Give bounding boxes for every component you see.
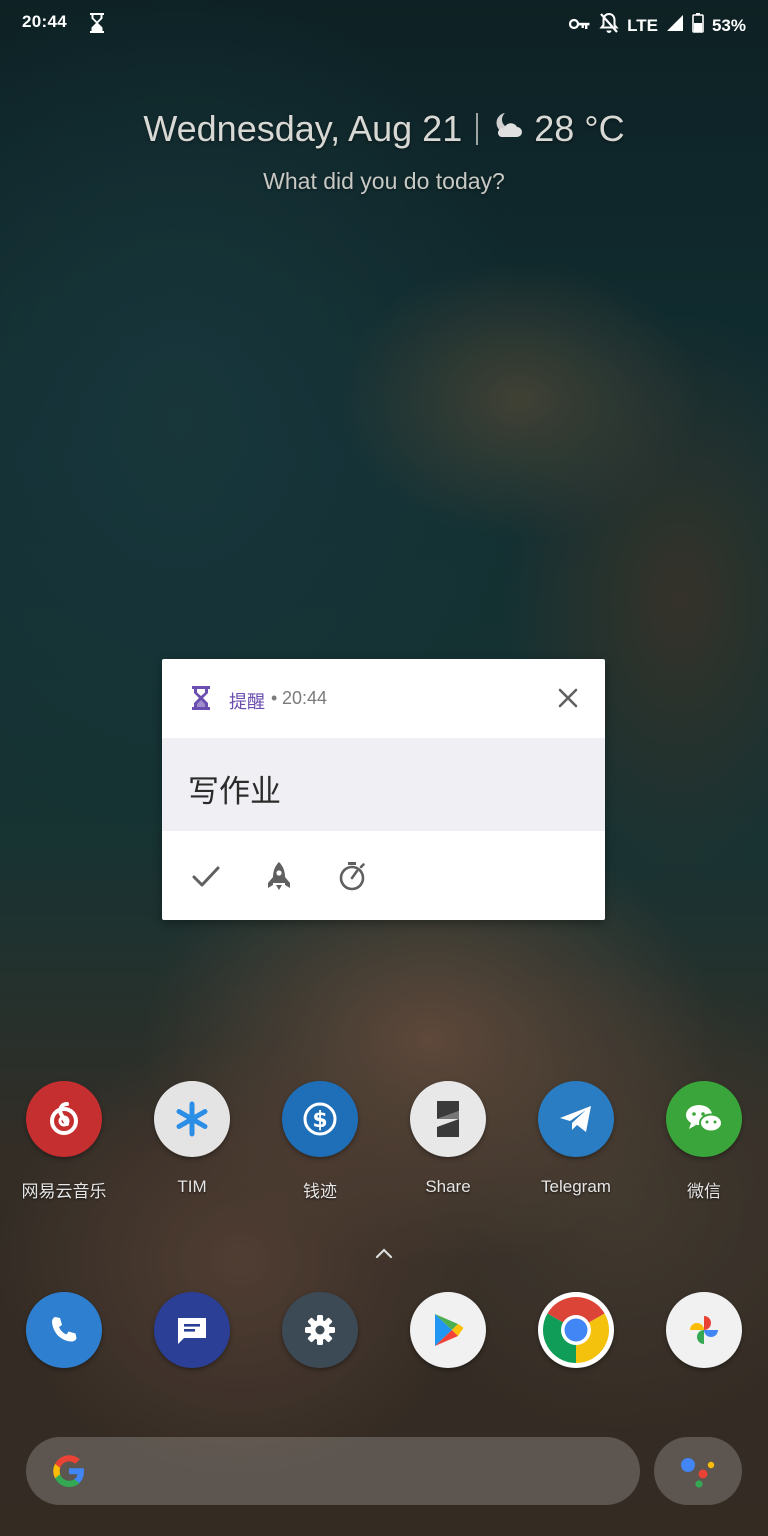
vpn-key-icon bbox=[569, 16, 591, 36]
status-time: 20:44 bbox=[22, 12, 67, 31]
status-right: LTE 53% bbox=[569, 12, 746, 39]
phone-icon bbox=[26, 1292, 102, 1368]
play-store-icon bbox=[410, 1292, 486, 1368]
check-icon[interactable] bbox=[190, 860, 222, 897]
status-bar: 20:44 LTE 53% bbox=[0, 0, 768, 46]
app-label: 钱迹 bbox=[303, 1182, 337, 1201]
app-share[interactable]: Share bbox=[393, 1081, 503, 1197]
wechat-icon bbox=[666, 1081, 742, 1157]
google-search-bar[interactable] bbox=[26, 1437, 640, 1505]
app-label: 微信 bbox=[687, 1182, 721, 1201]
notification-separator: • bbox=[271, 688, 278, 708]
notification-app-name: 提醒 bbox=[229, 692, 265, 712]
reminder-notification[interactable]: 提醒 • 20:44 写作业 bbox=[162, 659, 605, 920]
app-label: Share bbox=[425, 1177, 471, 1196]
app-wechat[interactable]: 微信 bbox=[649, 1081, 759, 1202]
notifications-off-icon bbox=[599, 12, 619, 39]
qianji-icon: $ bbox=[282, 1081, 358, 1157]
at-a-glance: Wednesday, Aug 21 28 °C bbox=[0, 108, 768, 150]
notification-title: 写作业 bbox=[188, 774, 281, 809]
app-netease-music[interactable]: 网易云音乐 bbox=[9, 1081, 119, 1202]
notification-time: 20:44 bbox=[282, 688, 328, 708]
telegram-icon bbox=[538, 1081, 614, 1157]
app-label: 网易云音乐 bbox=[21, 1182, 107, 1201]
chrome-icon bbox=[538, 1292, 614, 1368]
dock-messages[interactable] bbox=[137, 1292, 247, 1368]
weather[interactable]: 28 °C bbox=[492, 108, 625, 150]
app-telegram[interactable]: Telegram bbox=[521, 1081, 631, 1197]
battery-percent: 53% bbox=[711, 15, 746, 35]
notification-body[interactable]: 写作业 bbox=[162, 738, 605, 831]
tim-icon bbox=[154, 1081, 230, 1157]
share-icon bbox=[410, 1081, 486, 1157]
dock-photos[interactable] bbox=[649, 1292, 759, 1368]
dock-chrome[interactable] bbox=[521, 1292, 631, 1368]
settings-icon bbox=[282, 1292, 358, 1368]
messages-icon bbox=[154, 1292, 230, 1368]
google-g-icon bbox=[50, 1452, 88, 1495]
timer-icon[interactable] bbox=[336, 860, 368, 897]
assistant-icon bbox=[678, 1453, 718, 1494]
temperature-text: 28 °C bbox=[534, 108, 625, 149]
signal-icon bbox=[666, 14, 684, 37]
svg-text:$: $ bbox=[312, 1108, 327, 1133]
app-drawer-chevron-icon[interactable] bbox=[375, 1246, 393, 1264]
notification-actions bbox=[162, 831, 605, 920]
date-text[interactable]: Wednesday, Aug 21 bbox=[143, 108, 462, 150]
close-icon[interactable] bbox=[556, 686, 580, 715]
hourglass-icon bbox=[190, 685, 212, 716]
battery-icon bbox=[692, 13, 704, 38]
home-screen: 20:44 LTE 53% Wednesday, Aug 21 28 °C Wh… bbox=[0, 0, 768, 1536]
assistant-button[interactable] bbox=[654, 1437, 742, 1505]
rocket-icon[interactable] bbox=[264, 860, 294, 897]
dock-phone[interactable] bbox=[9, 1292, 119, 1368]
app-qianji[interactable]: $ 钱迹 bbox=[265, 1081, 375, 1202]
glance-subtitle: What did you do today? bbox=[263, 168, 505, 194]
notification-header: 提醒 • 20:44 bbox=[162, 659, 605, 738]
dock-play-store[interactable] bbox=[393, 1292, 503, 1368]
moon-cloud-icon bbox=[492, 108, 524, 150]
netease-music-icon bbox=[26, 1081, 102, 1157]
app-label: TIM bbox=[177, 1177, 207, 1196]
date-divider bbox=[476, 113, 479, 145]
photos-icon bbox=[666, 1292, 742, 1368]
app-tim[interactable]: TIM bbox=[137, 1081, 247, 1197]
hourglass-icon bbox=[88, 12, 106, 39]
dock-settings[interactable] bbox=[265, 1292, 375, 1368]
network-type: LTE bbox=[627, 15, 658, 35]
app-label: Telegram bbox=[541, 1177, 611, 1196]
